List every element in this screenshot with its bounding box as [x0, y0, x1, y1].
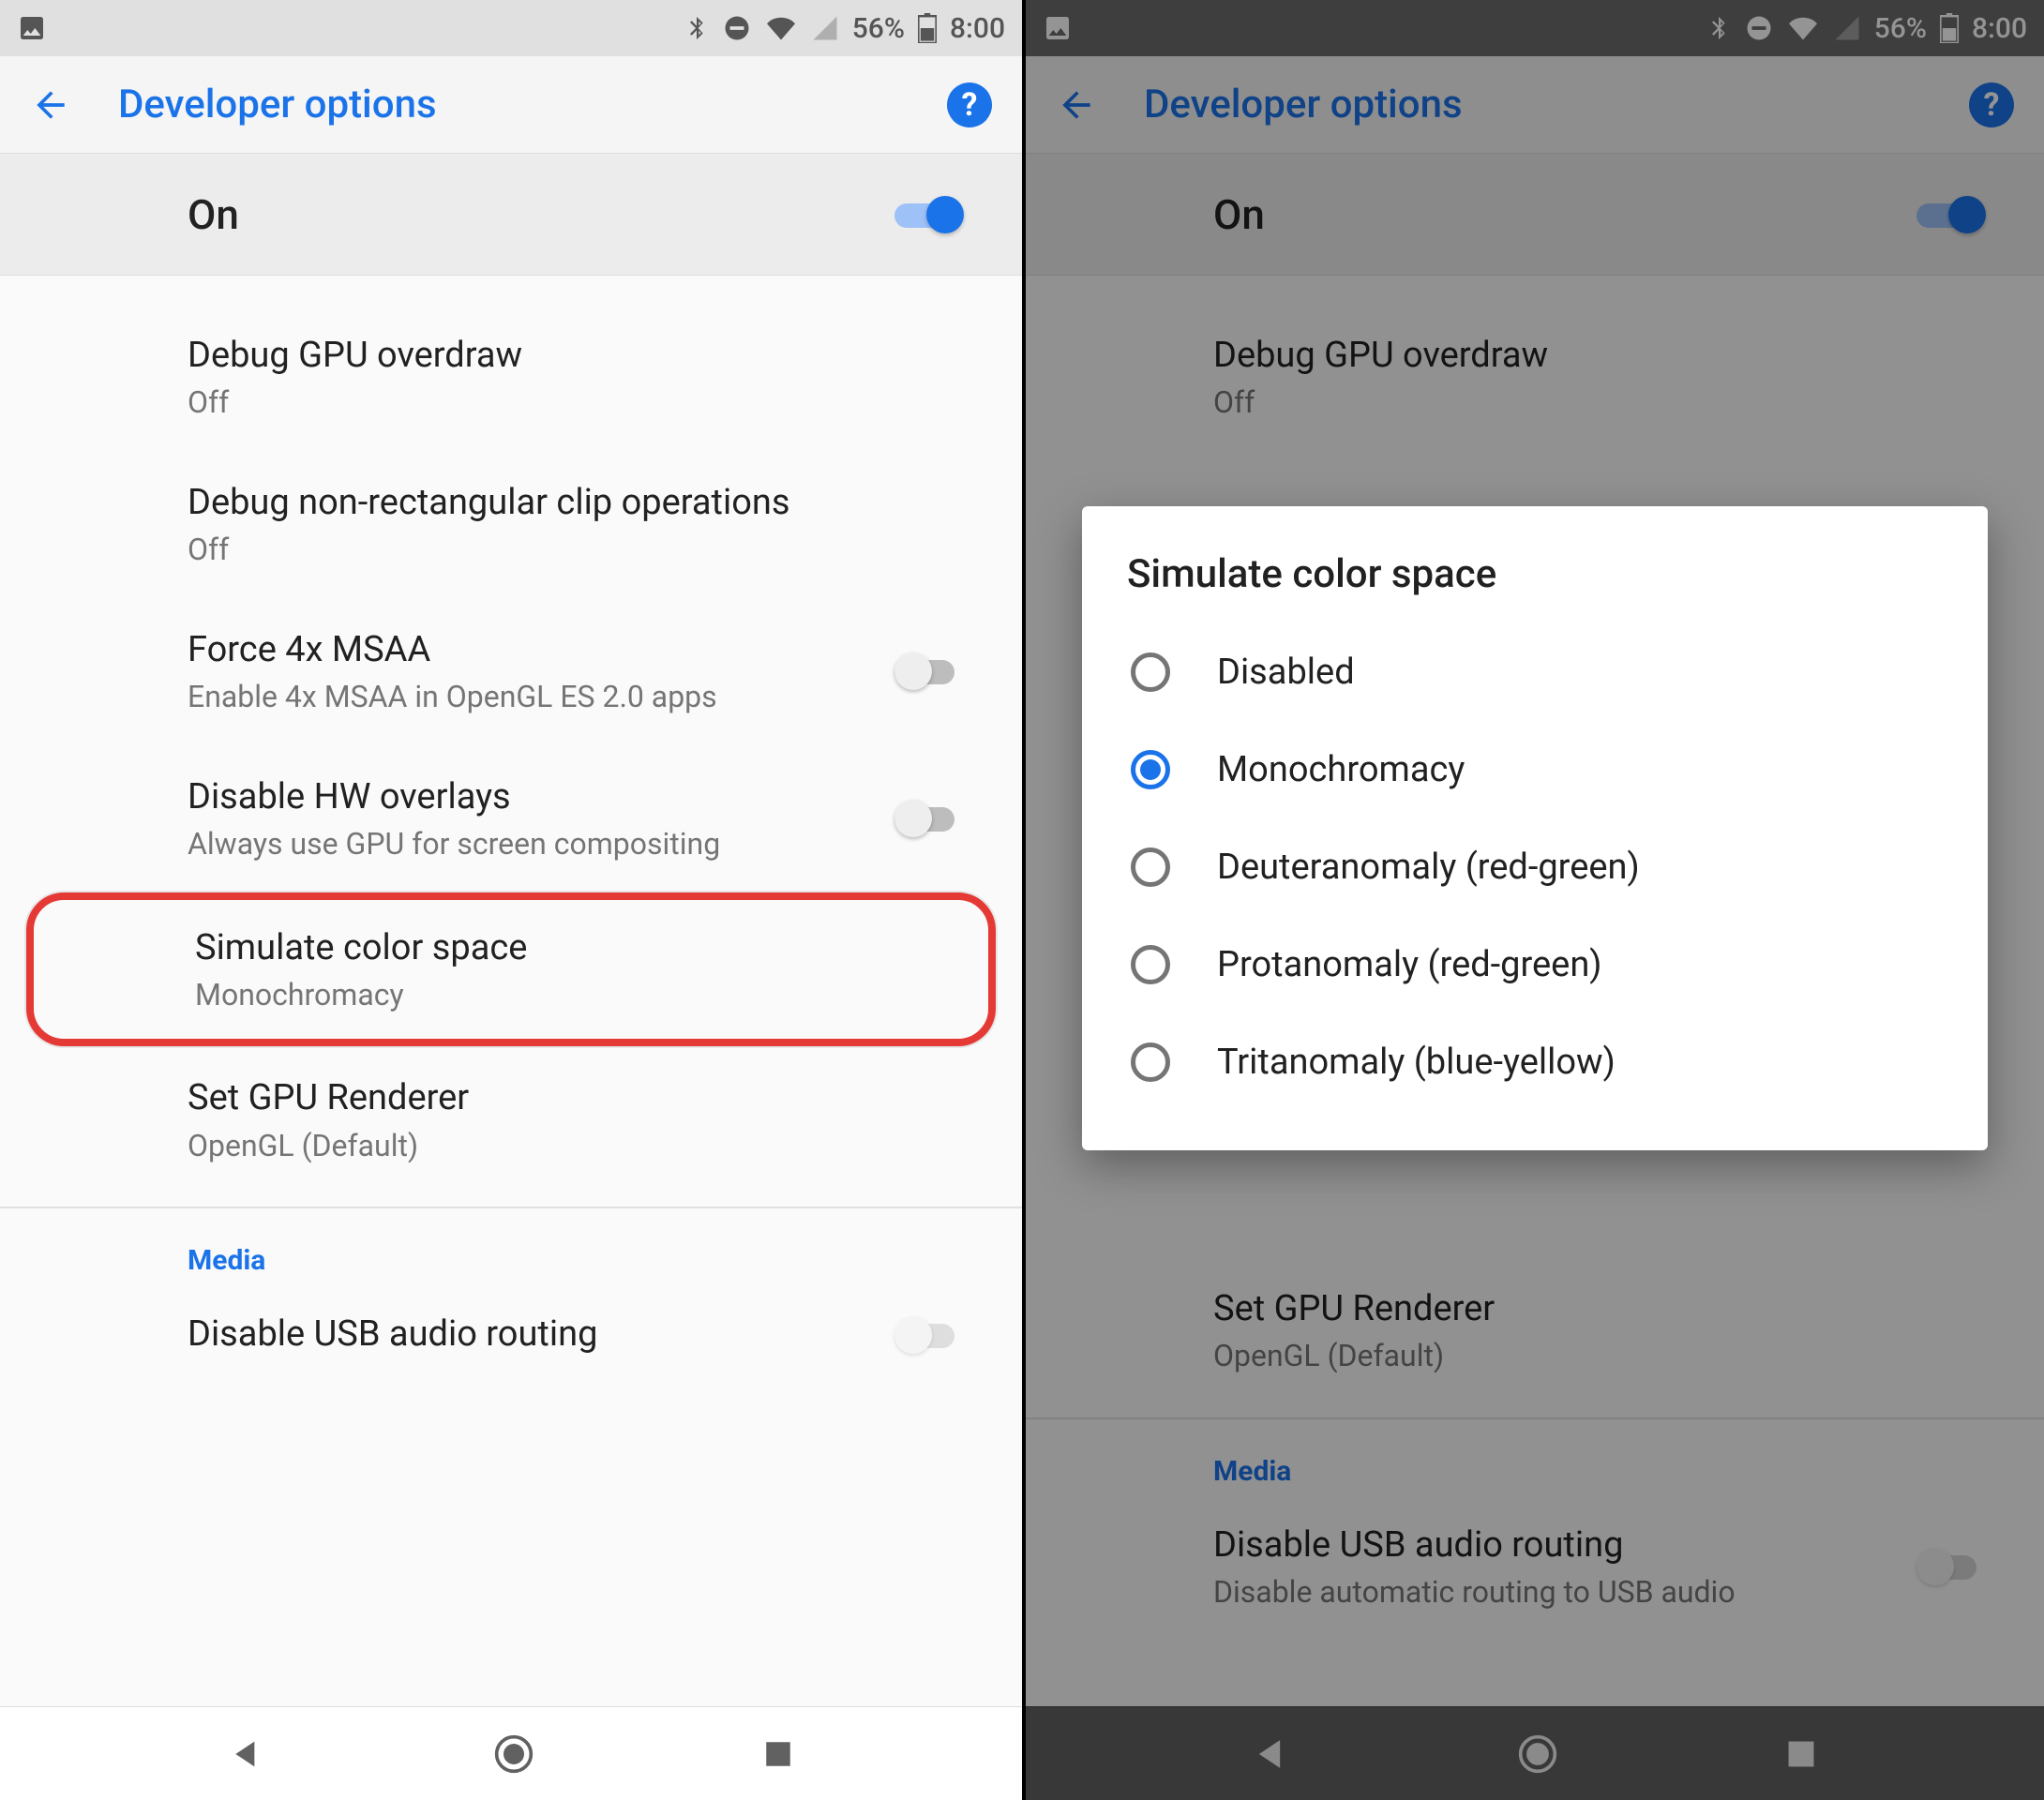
option-label: Disabled: [1217, 652, 1355, 693]
setting-gpu-renderer[interactable]: Set GPU Renderer OpenGL (Default): [0, 1046, 1022, 1193]
setting-title: Force 4x MSAA: [188, 626, 876, 674]
phone-left: 56% 8:00 Developer options ? On Debug GP…: [0, 0, 1022, 1800]
radio-icon: [1131, 750, 1170, 789]
divider: [0, 1207, 1022, 1208]
setting-sub: Monochromacy: [195, 976, 932, 1015]
radio-icon: [1131, 1042, 1170, 1082]
setting-sub: Off: [188, 531, 966, 570]
page-title: Developer options: [118, 82, 900, 128]
status-bar: 56% 8:00: [0, 0, 1022, 56]
bluetooth-icon: [684, 14, 710, 42]
toggle-disable-usb-audio[interactable]: [894, 1314, 966, 1356]
master-toggle[interactable]: [894, 194, 966, 235]
nav-home-icon[interactable]: [493, 1733, 534, 1775]
master-toggle-label: On: [188, 190, 894, 239]
option-protanomaly[interactable]: Protanomaly (red-green): [1127, 916, 1943, 1013]
clock: 8:00: [950, 12, 1005, 45]
settings-list: Debug GPU overdrawOff Debug non-rectangu…: [0, 276, 1022, 1706]
wifi-icon: [764, 14, 798, 42]
option-label: Monochromacy: [1217, 749, 1465, 790]
option-disabled[interactable]: Disabled: [1127, 623, 1943, 721]
option-label: Deuteranomaly (red-green): [1217, 847, 1640, 888]
back-arrow-icon[interactable]: [30, 84, 71, 126]
setting-title: Disable USB audio routing: [188, 1311, 876, 1358]
radio-icon: [1131, 652, 1170, 692]
battery-percent: 56%: [852, 12, 905, 45]
help-button[interactable]: ?: [947, 82, 992, 128]
setting-force-4x-msaa[interactable]: Force 4x MSAA Enable 4x MSAA in OpenGL ES…: [0, 598, 1022, 745]
setting-disable-hw-overlays[interactable]: Disable HW overlays Always use GPU for sc…: [0, 745, 1022, 892]
setting-title: Debug GPU overdraw: [188, 332, 966, 380]
master-toggle-row[interactable]: On: [0, 154, 1022, 276]
battery-icon: [918, 13, 937, 43]
option-label: Protanomaly (red-green): [1217, 944, 1602, 985]
nav-back-icon[interactable]: [228, 1735, 265, 1773]
section-header-media: Media: [0, 1218, 1022, 1282]
option-monochromacy[interactable]: Monochromacy: [1127, 721, 1943, 818]
setting-title: Disable HW overlays: [188, 773, 876, 821]
option-deuteranomaly[interactable]: Deuteranomaly (red-green): [1127, 818, 1943, 916]
nav-bar: [0, 1706, 1022, 1800]
setting-title: Set GPU Renderer: [188, 1074, 966, 1122]
image-icon: [17, 13, 47, 43]
setting-sub: Always use GPU for screen compositing: [188, 825, 876, 864]
setting-sub: Enable 4x MSAA in OpenGL ES 2.0 apps: [188, 678, 876, 717]
setting-title: Debug non-rectangular clip operations: [188, 479, 966, 527]
color-space-dialog: Simulate color space Disabled Monochroma…: [1082, 506, 1988, 1150]
setting-debug-gpu-overdraw[interactable]: Debug GPU overdrawOff: [0, 304, 1022, 451]
radio-icon: [1131, 945, 1170, 984]
radio-icon: [1131, 848, 1170, 887]
dnd-icon: [723, 14, 751, 42]
phone-right: 56% 8:00 Developer options ? On Debug GP…: [1022, 0, 2044, 1800]
setting-debug-clip-ops[interactable]: Debug non-rectangular clip operations Off: [0, 451, 1022, 598]
setting-disable-usb-audio[interactable]: Disable USB audio routing: [0, 1282, 1022, 1362]
setting-simulate-color-space[interactable]: Simulate color space Monochromacy: [26, 892, 996, 1047]
nav-recent-icon[interactable]: [762, 1738, 794, 1770]
option-tritanomaly[interactable]: Tritanomaly (blue-yellow): [1127, 1013, 1943, 1111]
signal-icon: [811, 14, 839, 42]
toggle-force-4x-msaa[interactable]: [894, 651, 966, 692]
toggle-disable-hw-overlays[interactable]: [894, 798, 966, 839]
setting-title: Simulate color space: [195, 924, 932, 972]
dialog-title: Simulate color space: [1127, 551, 1943, 597]
option-label: Tritanomaly (blue-yellow): [1217, 1042, 1616, 1083]
setting-sub: OpenGL (Default): [188, 1127, 966, 1166]
app-bar: Developer options ?: [0, 56, 1022, 154]
setting-sub: Off: [188, 383, 966, 423]
